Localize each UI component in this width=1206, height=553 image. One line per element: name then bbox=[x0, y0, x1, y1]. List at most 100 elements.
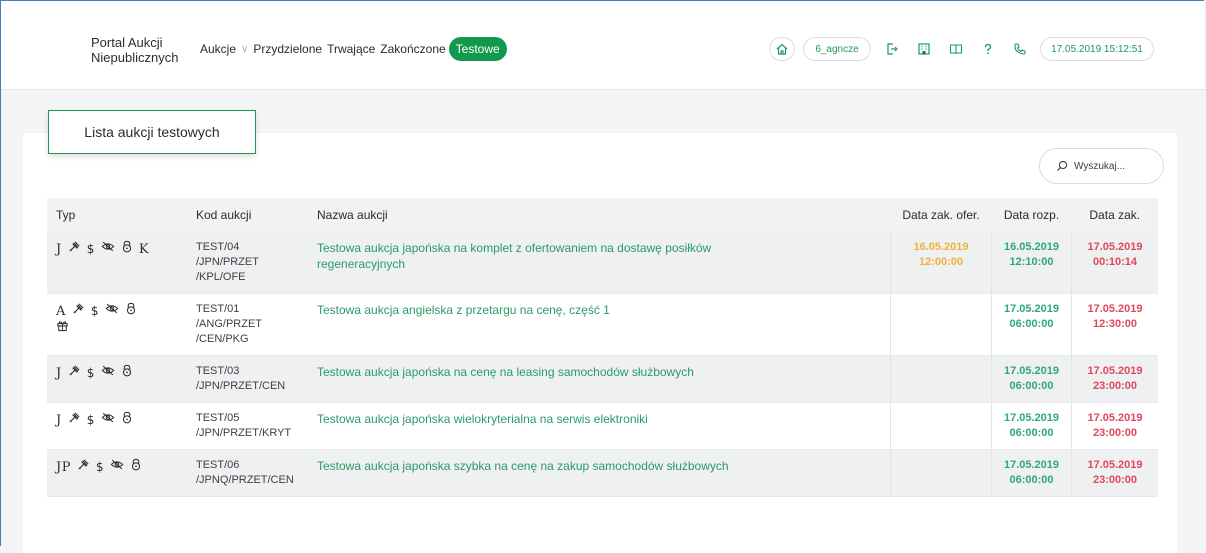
auction-code-line: /JPN/PRZET/CEN bbox=[196, 380, 286, 392]
nav-trwajace[interactable]: Trwające bbox=[327, 42, 375, 56]
col-code[interactable]: Kod aukcji bbox=[187, 198, 308, 232]
auction-code-line: TEST/01 bbox=[196, 303, 240, 315]
dollar-icon: $ bbox=[86, 366, 95, 380]
auction-name-link[interactable]: Testowa aukcja japońska wielokryterialna… bbox=[317, 411, 648, 427]
offer-end-date-value: 16.05.2019 bbox=[913, 241, 969, 253]
eye-off-icon bbox=[101, 411, 115, 428]
end-date-value: 17.05.2019 bbox=[1087, 412, 1143, 424]
main-nav: Aukcje ∨ Przydzielone Trwające Zakończon… bbox=[200, 37, 512, 61]
col-type[interactable]: Typ bbox=[47, 198, 187, 232]
auction-code-line: /JPN/PRZET/KRYT bbox=[196, 427, 292, 439]
search-placeholder: Wyszukaj... bbox=[1074, 160, 1126, 172]
chevron-down-icon[interactable]: ∨ bbox=[241, 44, 248, 55]
manual-button[interactable] bbox=[943, 37, 969, 61]
col-offer-end[interactable]: Data zak. ofer. bbox=[890, 198, 992, 232]
auction-name-cell: Testowa aukcja japońska szybka na cenę n… bbox=[308, 449, 891, 497]
building-button[interactable] bbox=[911, 37, 937, 61]
auction-name-link[interactable]: Testowa aukcja japońska szybka na cenę n… bbox=[317, 458, 729, 474]
auction-code-line: /JPN/PRZET bbox=[196, 256, 259, 268]
auction-code-line: /KPL/OFE bbox=[196, 271, 246, 283]
gift-icon bbox=[56, 319, 69, 336]
type-cell: A $ bbox=[47, 293, 187, 356]
nav-przydzielone[interactable]: Przydzielone bbox=[253, 42, 322, 56]
type-letter: A bbox=[56, 304, 66, 319]
eye-off-icon bbox=[105, 302, 119, 319]
col-end[interactable]: Data zak. bbox=[1071, 198, 1158, 232]
phone-button[interactable] bbox=[1007, 37, 1033, 61]
eye-off-icon bbox=[101, 364, 115, 381]
end-date: 17.05.2019 12:30:00 bbox=[1071, 293, 1158, 356]
type-letter: J bbox=[56, 242, 62, 257]
lock-icon bbox=[121, 411, 133, 428]
col-start[interactable]: Data rozp. bbox=[991, 198, 1072, 232]
gavel-icon bbox=[68, 240, 81, 257]
brand[interactable]: Portal Aukcji Niepublicznych bbox=[91, 35, 201, 65]
help-icon bbox=[984, 43, 992, 55]
type-cell: J $ K bbox=[47, 232, 187, 294]
page-title: Lista aukcji testowych bbox=[48, 110, 256, 154]
lock-icon bbox=[130, 458, 142, 475]
gavel-icon bbox=[77, 458, 90, 475]
auction-name-cell: Testowa aukcja japońska na komplet z ofe… bbox=[308, 232, 891, 294]
col-name[interactable]: Nazwa aukcji bbox=[308, 198, 891, 232]
auction-code-line: TEST/06 bbox=[196, 459, 240, 471]
home-icon bbox=[776, 43, 788, 55]
auction-code: TEST/03/JPN/PRZET/CEN bbox=[187, 355, 308, 403]
auction-code: TEST/04/JPN/PRZET/KPL/OFE bbox=[187, 232, 308, 294]
table-row[interactable]: JP $ TEST/06/JPNQ/PRZET/CEN Testowa aukcja … bbox=[47, 449, 1158, 497]
auction-code-line: TEST/03 bbox=[196, 365, 240, 377]
logout-button[interactable] bbox=[879, 37, 905, 61]
start-date: 17.05.2019 06:00:00 bbox=[991, 402, 1072, 450]
k-letter: K bbox=[138, 242, 150, 257]
nav-testowe[interactable]: Testowe bbox=[448, 37, 507, 61]
type-cell: J $ bbox=[47, 402, 187, 450]
top-bar: Portal Aukcji Niepublicznych Aukcje ∨ Pr… bbox=[1, 1, 1204, 90]
user-badge[interactable]: 6_agncze bbox=[803, 37, 871, 61]
start-date-value: 06:00:00 bbox=[1009, 380, 1054, 392]
server-datetime: 17.05.2019 15:12:51 bbox=[1040, 37, 1154, 61]
eye-off-icon bbox=[101, 240, 115, 257]
dollar-icon: $ bbox=[86, 413, 95, 427]
end-date-value: 17.05.2019 bbox=[1087, 459, 1143, 471]
nav-aukcje[interactable]: Aukcje bbox=[200, 42, 236, 56]
table-row[interactable]: J $ K TEST/04/JPN/PRZET/KPL/OFE Testowa aukc… bbox=[47, 232, 1158, 294]
lock-icon bbox=[121, 240, 133, 257]
end-date: 17.05.2019 23:00:00 bbox=[1071, 355, 1158, 403]
auction-code: TEST/06/JPNQ/PRZET/CEN bbox=[187, 449, 308, 497]
auction-name-link[interactable]: Testowa aukcja japońska na cenę na leasi… bbox=[317, 364, 694, 380]
nav-zakonczone[interactable]: Zakończone bbox=[380, 42, 445, 56]
end-date-value: 00:10:14 bbox=[1092, 256, 1138, 268]
type-letter: J bbox=[56, 366, 62, 381]
end-date-value: 17.05.2019 bbox=[1087, 241, 1143, 253]
auction-code-line: /CEN/PKG bbox=[196, 333, 249, 345]
table-row[interactable]: J $ TEST/03/JPN/PRZET/CEN Testowa aukcja ja… bbox=[47, 355, 1158, 403]
start-date-value: 16.05.2019 bbox=[1003, 241, 1060, 253]
dollar-icon: $ bbox=[90, 304, 100, 318]
type-cell: JP $ bbox=[47, 449, 187, 497]
auction-name-cell: Testowa aukcja angielska z przetargu na … bbox=[308, 293, 891, 356]
lock-icon bbox=[121, 364, 133, 381]
end-date-value: 23:00:00 bbox=[1092, 380, 1138, 392]
gavel-icon bbox=[68, 364, 81, 381]
table-row[interactable]: J $ TEST/05/JPN/PRZET/KRYT Testowa aukcja j… bbox=[47, 402, 1158, 450]
book-icon bbox=[949, 44, 963, 55]
start-date-value: 17.05.2019 bbox=[1003, 365, 1060, 377]
offer-end-date bbox=[890, 293, 992, 356]
start-date-value: 12:10:00 bbox=[1009, 256, 1054, 268]
offer-end-date bbox=[890, 355, 992, 403]
auction-code: TEST/05/JPN/PRZET/KRYT bbox=[187, 402, 308, 450]
auction-code-line: /JPNQ/PRZET/CEN bbox=[196, 474, 294, 486]
auction-name-link[interactable]: Testowa aukcja japońska na komplet z ofe… bbox=[317, 240, 787, 272]
type-letter: JP bbox=[56, 460, 71, 475]
auction-name-link[interactable]: Testowa aukcja angielska z przetargu na … bbox=[317, 302, 610, 318]
start-date-value: 17.05.2019 bbox=[1003, 412, 1060, 424]
search-box[interactable]: Wyszukaj... bbox=[1039, 148, 1164, 184]
phone-icon bbox=[1014, 43, 1026, 55]
gavel-icon bbox=[68, 411, 81, 428]
help-button[interactable] bbox=[975, 37, 1001, 61]
toolbar: 6_agncze 17.05.2019 15:12:51 bbox=[769, 37, 1154, 61]
table-row[interactable]: A $ TEST/01/ANG/PRZET/CEN/PKG Testowa aukcj… bbox=[47, 293, 1158, 356]
home-button[interactable] bbox=[769, 37, 795, 61]
logout-icon bbox=[887, 43, 898, 55]
gavel-icon bbox=[72, 302, 85, 319]
